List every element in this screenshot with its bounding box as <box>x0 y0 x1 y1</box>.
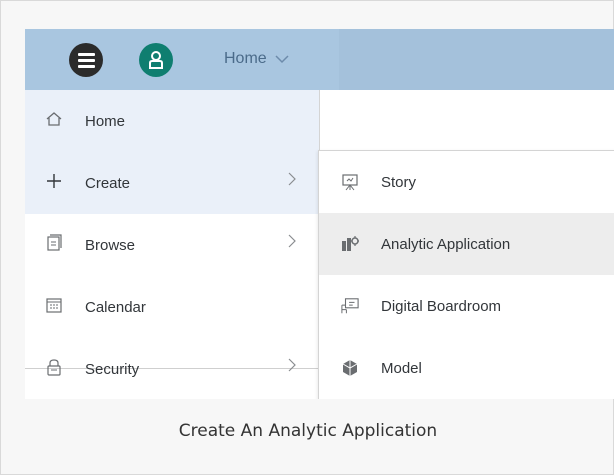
home-icon <box>45 110 63 128</box>
home-dropdown-label: Home <box>224 50 267 67</box>
chevron-down-icon <box>275 54 289 63</box>
submenu-item-analytic-application[interactable]: Analytic Application <box>319 213 614 275</box>
calendar-icon <box>45 296 63 314</box>
hamburger-icon[interactable] <box>69 43 103 77</box>
menu-item-security[interactable]: Security <box>25 338 319 399</box>
presentation-icon <box>341 173 359 191</box>
submenu-item-digital-boardroom[interactable]: Digital Boardroom <box>319 275 614 337</box>
menu-item-create[interactable]: Create <box>25 152 319 214</box>
menu-item-label: Security <box>85 360 140 378</box>
submenu-item-label: Analytic Application <box>381 235 511 253</box>
cube-icon <box>341 359 359 377</box>
app-window: Home Home Create Browse Calendar Securit… <box>25 29 614 399</box>
submenu-item-label: Story <box>381 173 417 191</box>
screenshot-frame: Home Home Create Browse Calendar Securit… <box>0 0 614 475</box>
menu-item-browse[interactable]: Browse <box>25 214 319 276</box>
plus-icon <box>45 172 63 190</box>
chevron-right-icon <box>288 172 296 186</box>
menu-item-label: Home <box>85 112 126 130</box>
caption: Create An Analytic Application <box>178 421 438 441</box>
menu-item-label: Browse <box>85 236 136 254</box>
analytic-application-icon <box>341 235 359 253</box>
lock-icon <box>45 358 63 376</box>
menu-item-home[interactable]: Home <box>25 90 319 152</box>
shell-bar-right <box>339 29 614 90</box>
chevron-right-icon <box>288 234 296 248</box>
shell-bar: Home <box>25 29 614 90</box>
submenu-item-model[interactable]: Model <box>319 337 614 399</box>
navigation-menu: Home Create Browse Calendar Security <box>25 90 320 399</box>
browse-icon <box>45 234 63 252</box>
menu-item-calendar[interactable]: Calendar <box>25 276 319 338</box>
menu-item-label: Create <box>85 174 131 192</box>
menu-item-label: Calendar <box>85 298 146 316</box>
submenu-item-story[interactable]: Story <box>319 151 614 213</box>
home-dropdown[interactable]: Home <box>224 45 289 73</box>
user-icon[interactable] <box>139 43 173 77</box>
boardroom-icon <box>341 297 359 315</box>
chevron-right-icon <box>288 358 296 372</box>
create-submenu: Story Analytic Application Digital Board… <box>318 150 614 399</box>
submenu-item-label: Model <box>381 359 422 377</box>
submenu-item-label: Digital Boardroom <box>381 297 502 315</box>
